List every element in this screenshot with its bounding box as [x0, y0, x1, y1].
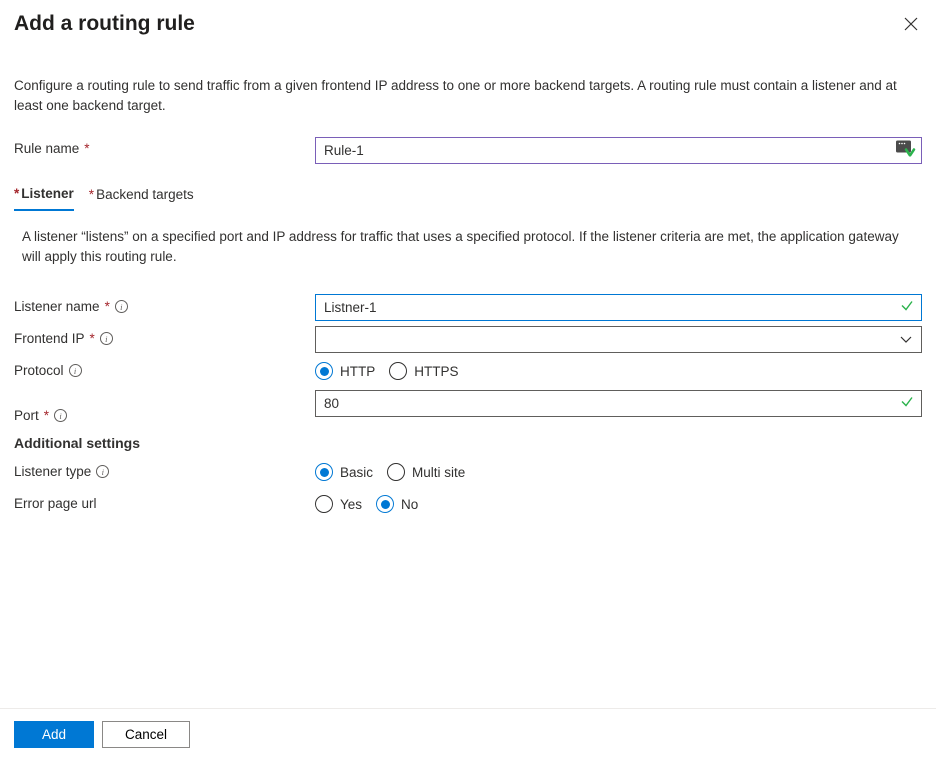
tabs: * Listener * Backend targets: [14, 186, 922, 211]
port-input[interactable]: [315, 390, 922, 417]
rule-name-input[interactable]: [315, 137, 922, 164]
tab-description: A listener “listens” on a specified port…: [14, 227, 922, 266]
protocol-http-label: HTTP: [340, 364, 375, 379]
listener-type-basic-label: Basic: [340, 465, 373, 480]
rule-name-label: Rule name: [14, 141, 79, 156]
tab-backend-targets[interactable]: * Backend targets: [89, 186, 194, 211]
error-page-yes-radio[interactable]: Yes: [315, 495, 362, 513]
info-icon[interactable]: i: [115, 300, 128, 313]
info-icon[interactable]: i: [100, 332, 113, 345]
frontend-ip-label: Frontend IP: [14, 331, 85, 346]
protocol-https-label: HTTPS: [414, 364, 458, 379]
description-text: Configure a routing rule to send traffic…: [14, 76, 922, 115]
listener-name-input[interactable]: [315, 294, 922, 321]
required-indicator: *: [105, 299, 110, 314]
required-indicator: *: [84, 141, 89, 156]
required-indicator: *: [90, 331, 95, 346]
footer: Add Cancel: [0, 708, 936, 760]
error-page-label: Error page url: [14, 496, 97, 511]
listener-type-multisite-radio[interactable]: Multi site: [387, 463, 465, 481]
listener-name-label: Listener name: [14, 299, 100, 314]
protocol-label: Protocol: [14, 363, 64, 378]
info-icon[interactable]: i: [69, 364, 82, 377]
info-icon[interactable]: i: [96, 465, 109, 478]
listener-type-label: Listener type: [14, 464, 91, 479]
port-label: Port: [14, 408, 39, 423]
tab-listener[interactable]: * Listener: [14, 186, 74, 211]
error-page-no-label: No: [401, 497, 418, 512]
page-title: Add a routing rule: [14, 12, 195, 36]
close-button[interactable]: [900, 12, 922, 38]
close-icon: [904, 17, 918, 31]
tab-listener-label: Listener: [21, 186, 74, 201]
required-indicator: *: [89, 187, 94, 202]
protocol-http-radio[interactable]: HTTP: [315, 362, 375, 380]
additional-settings-heading: Additional settings: [14, 435, 922, 451]
protocol-https-radio[interactable]: HTTPS: [389, 362, 458, 380]
tab-backend-targets-label: Backend targets: [96, 187, 194, 202]
cancel-button[interactable]: Cancel: [102, 721, 190, 748]
frontend-ip-select[interactable]: [315, 326, 922, 353]
info-icon[interactable]: i: [54, 409, 67, 422]
required-indicator: *: [14, 186, 19, 201]
error-page-no-radio[interactable]: No: [376, 495, 418, 513]
listener-type-basic-radio[interactable]: Basic: [315, 463, 373, 481]
listener-type-multisite-label: Multi site: [412, 465, 465, 480]
error-page-yes-label: Yes: [340, 497, 362, 512]
required-indicator: *: [44, 408, 49, 423]
add-button[interactable]: Add: [14, 721, 94, 748]
